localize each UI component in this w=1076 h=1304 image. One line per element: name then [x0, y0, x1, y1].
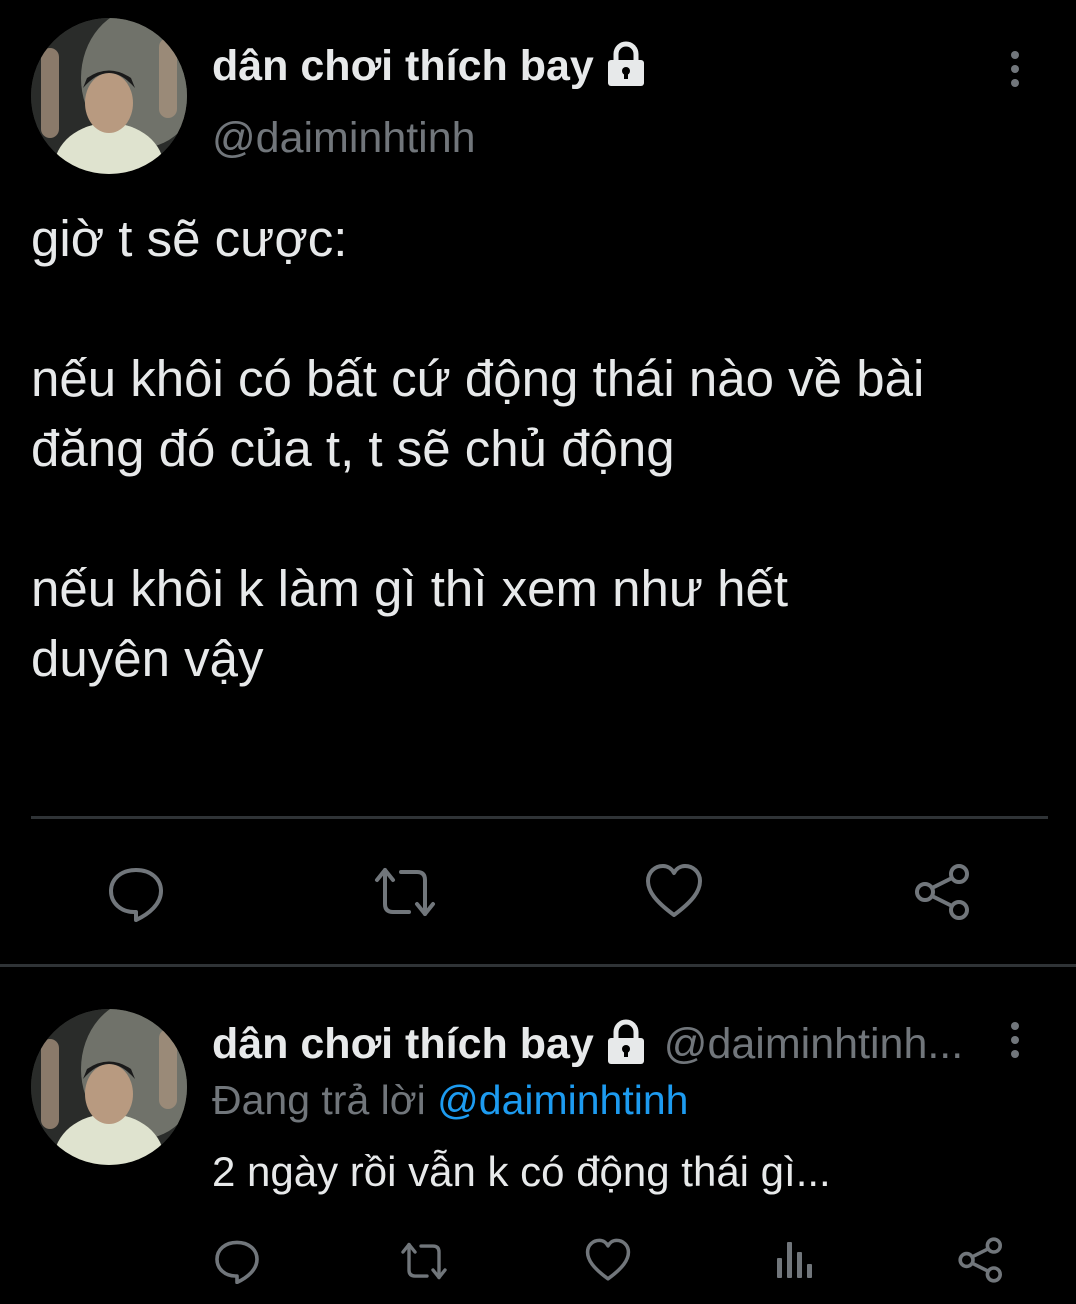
more-icon[interactable]: [1009, 1022, 1021, 1058]
reply-handle[interactable]: @daiminhtinh...: [664, 1020, 963, 1069]
analytics-icon[interactable]: [774, 1238, 814, 1280]
reply-avatar[interactable]: [31, 1009, 187, 1165]
main-tweet-text: giờ t sẽ cược: nếu khôi có bất cứ động t…: [31, 210, 925, 687]
replying-to-line: Đang trả lời @daiminhtinh: [212, 1076, 688, 1124]
reply-tweet-header: dân chơi thích bay @daiminhtinh...: [212, 1016, 963, 1072]
reply-icon[interactable]: [213, 1236, 261, 1284]
lock-icon: [602, 40, 650, 93]
retweet-icon[interactable]: [371, 864, 439, 920]
main-handle[interactable]: @daiminhtinh: [212, 114, 476, 162]
reply-tweet-text: 2 ngày rồi vẫn k có động thái gì...: [212, 1148, 831, 1195]
like-icon[interactable]: [645, 863, 703, 919]
reply-icon[interactable]: [106, 862, 166, 922]
avatar-photo: [31, 18, 187, 174]
avatar-photo: [31, 1009, 187, 1165]
reply-display-name[interactable]: dân chơi thích bay: [212, 1020, 594, 1069]
main-tweet-divider: [31, 816, 1048, 819]
main-display-name[interactable]: dân chơi thích bay: [212, 42, 594, 91]
replying-to-link[interactable]: @daiminhtinh: [437, 1077, 688, 1123]
share-icon[interactable]: [913, 862, 973, 922]
main-tweet-header: dân chơi thích bay: [212, 38, 650, 94]
like-icon[interactable]: [585, 1238, 631, 1282]
retweet-icon[interactable]: [398, 1240, 450, 1282]
replying-to-label: Đang trả lời: [212, 1077, 426, 1123]
tweet-separator: [0, 964, 1076, 967]
more-icon[interactable]: [1009, 51, 1021, 87]
share-icon[interactable]: [957, 1236, 1005, 1284]
lock-icon: [602, 1018, 650, 1071]
main-avatar[interactable]: [31, 18, 187, 174]
